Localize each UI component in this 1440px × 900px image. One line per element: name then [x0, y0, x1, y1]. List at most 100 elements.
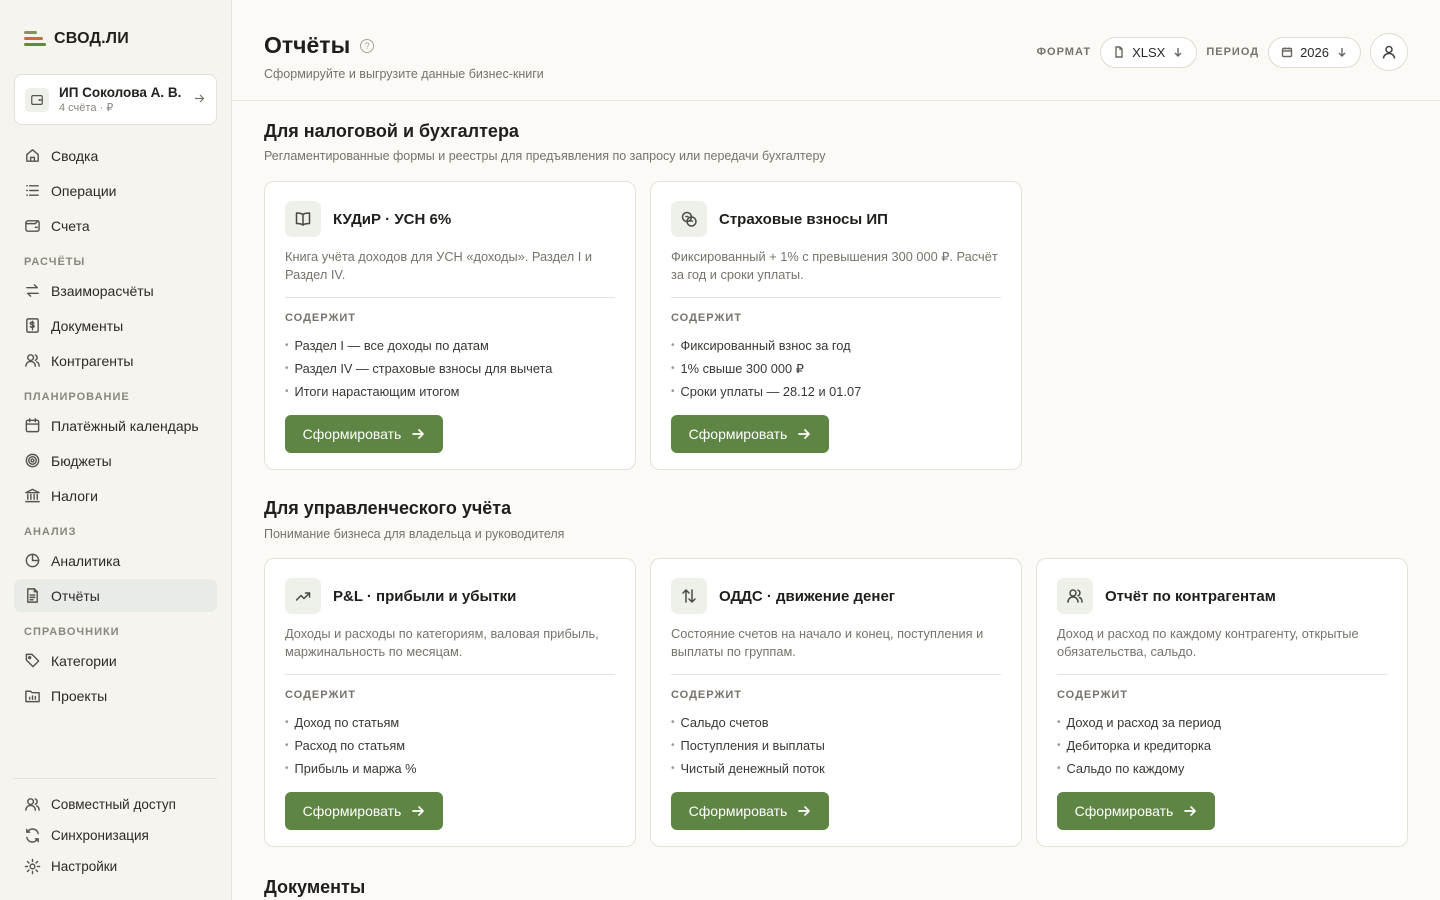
nav-section-title: ПЛАНИРОВАНИЕ — [24, 391, 130, 403]
users-icon — [25, 354, 40, 367]
book-icon — [285, 201, 321, 237]
sidebar-item-settings[interactable]: Настройки — [14, 852, 217, 881]
nav-section-title: АНАЛИЗ — [24, 526, 77, 538]
sidebar-item-settlements[interactable]: Взаиморасчёты — [14, 274, 217, 307]
card-title: КУДиР · УСН 6% — [333, 210, 452, 228]
calendar-icon — [25, 418, 40, 433]
period-select[interactable]: 2026 — [1268, 36, 1361, 68]
user-avatar-button[interactable] — [1370, 33, 1408, 71]
card-description: Книга учёта доходов для УСН «доходы». Ра… — [285, 249, 593, 282]
sidebar-item-counterparties[interactable]: Контрагенты — [14, 344, 217, 377]
sidebar-item-label: Операции — [51, 182, 117, 199]
section-subtitle-management: Понимание бизнеса для владельца и руково… — [264, 527, 565, 541]
home-icon — [26, 149, 39, 162]
document-icon — [27, 588, 38, 603]
card-contains-label: СОДЕРЖИТ — [671, 312, 743, 324]
sidebar-item-accounts[interactable]: Счета — [14, 209, 217, 242]
gear-icon — [24, 858, 41, 875]
page-header: Отчёты ? Сформируйте и выгрузите данные … — [232, 0, 1440, 101]
format-label: ФОРМАТ — [1036, 46, 1092, 58]
account-switcher[interactable]: ИП Соколова А. В. 4 счёта · ₽ — [14, 74, 217, 125]
period-label: ПЕРИОД — [1206, 46, 1260, 58]
generate-button[interactable]: Сформировать — [1057, 792, 1215, 830]
sidebar-item-budgets[interactable]: Бюджеты — [14, 444, 217, 477]
card-contains-label: СОДЕРЖИТ — [285, 312, 357, 324]
list-item: Сальдо по каждому — [1057, 757, 1221, 780]
users-icon — [25, 798, 40, 811]
card-divider — [671, 674, 1001, 675]
coins-icon — [671, 201, 707, 237]
sidebar-item-summary[interactable]: Сводка — [14, 139, 217, 172]
sidebar-item-categories[interactable]: Категории — [14, 644, 217, 677]
target-icon — [25, 453, 40, 468]
card-contents-list: Доход и расход за период Дебиторка и кре… — [1057, 711, 1222, 780]
sidebar-nav: Сводка Операции Счета РАСЧЁТЫ Взаиморасч… — [14, 139, 217, 714]
generate-button-label: Сформировать — [688, 426, 788, 442]
sidebar-item-operations[interactable]: Операции — [14, 174, 217, 207]
card-divider — [285, 674, 615, 675]
pie-chart-icon — [25, 553, 40, 568]
card-contents-list: Раздел I — все доходы по датам Раздел IV… — [285, 334, 553, 403]
card-contents-list: Доход по статьям Расход по статьям Прибы… — [285, 711, 417, 780]
sidebar-item-label: Платёжный календарь — [51, 417, 199, 434]
sidebar-item-shared-access[interactable]: Совместный доступ — [14, 790, 217, 819]
section-title-documents: Документы — [264, 877, 366, 897]
nav-section-title: РАСЧЁТЫ — [24, 256, 86, 268]
trending-up-icon — [285, 578, 321, 614]
dollar-document-icon — [26, 318, 39, 333]
brand-name: СВОД.ЛИ — [54, 30, 129, 47]
sidebar-item-label: Контрагенты — [51, 352, 134, 369]
tag-icon — [25, 653, 40, 668]
help-icon[interactable]: ? — [360, 38, 375, 53]
logo[interactable]: СВОД.ЛИ — [24, 30, 129, 48]
report-card-counterparties: Отчёт по контрагентам Доход и расход по … — [1036, 558, 1408, 847]
logo-icon — [24, 30, 46, 48]
bank-icon — [25, 488, 40, 503]
generate-button-label: Сформировать — [688, 803, 788, 819]
list-item: Чистый денежный поток — [671, 757, 825, 780]
sidebar-divider — [14, 778, 217, 779]
period-value: 2026 — [1300, 44, 1329, 60]
format-select[interactable]: XLSX — [1100, 36, 1198, 68]
main-content: Отчёты ? Сформируйте и выгрузите данные … — [232, 0, 1440, 900]
generate-button-label: Сформировать — [1074, 803, 1174, 819]
generate-button-label: Сформировать — [302, 426, 402, 442]
list-item: Доход по статьям — [285, 711, 417, 734]
sidebar-item-reports[interactable]: Отчёты — [14, 579, 217, 612]
sidebar-item-label: Документы — [51, 317, 124, 334]
section-subtitle-tax: Регламентированные формы и реестры для п… — [264, 149, 826, 163]
card-contents-list: Сальдо счетов Поступления и выплаты Чист… — [671, 711, 825, 780]
sidebar-item-label: Отчёты — [51, 587, 100, 604]
card-divider — [1057, 674, 1387, 675]
generate-button[interactable]: Сформировать — [285, 792, 443, 830]
sidebar-item-taxes[interactable]: Налоги — [14, 479, 217, 512]
sidebar-item-payment-calendar[interactable]: Платёжный календарь — [14, 409, 217, 442]
generate-button[interactable]: Сформировать — [285, 415, 443, 453]
generate-button-label: Сформировать — [302, 803, 402, 819]
card-description: Доход и расход по каждому контрагенту, о… — [1057, 626, 1359, 659]
refresh-icon — [26, 828, 39, 843]
arrow-right-icon — [193, 92, 206, 108]
list-item: Прибыль и маржа % — [285, 757, 417, 780]
sidebar-item-documents[interactable]: Документы — [14, 309, 217, 342]
arrow-right-icon — [798, 806, 811, 816]
generate-button[interactable]: Сформировать — [671, 792, 829, 830]
sidebar-item-analytics[interactable]: Аналитика — [14, 544, 217, 577]
wallet-icon — [25, 220, 40, 232]
list-item: Раздел I — все доходы по датам — [285, 334, 552, 357]
users-icon — [1057, 578, 1093, 614]
file-icon — [1115, 46, 1123, 58]
format-value: XLSX — [1132, 44, 1166, 60]
sidebar-item-sync[interactable]: Синхронизация — [14, 821, 217, 850]
sidebar-item-label: Бюджеты — [51, 452, 112, 469]
list-icon — [26, 185, 39, 196]
sidebar-item-projects[interactable]: Проекты — [14, 679, 217, 712]
sidebar-item-label: Синхронизация — [51, 828, 149, 843]
card-description: Состояние счетов на начало и конец, пост… — [671, 626, 984, 659]
header-controls: ФОРМАТ XLSX ПЕРИОД 2026 — [1037, 33, 1408, 71]
generate-button[interactable]: Сформировать — [671, 415, 829, 453]
card-divider — [285, 297, 615, 298]
sidebar-item-label: Сводка — [51, 147, 99, 164]
sidebar-item-label: Взаиморасчёты — [51, 282, 154, 299]
account-sub: 4 счёта · ₽ — [59, 102, 114, 114]
